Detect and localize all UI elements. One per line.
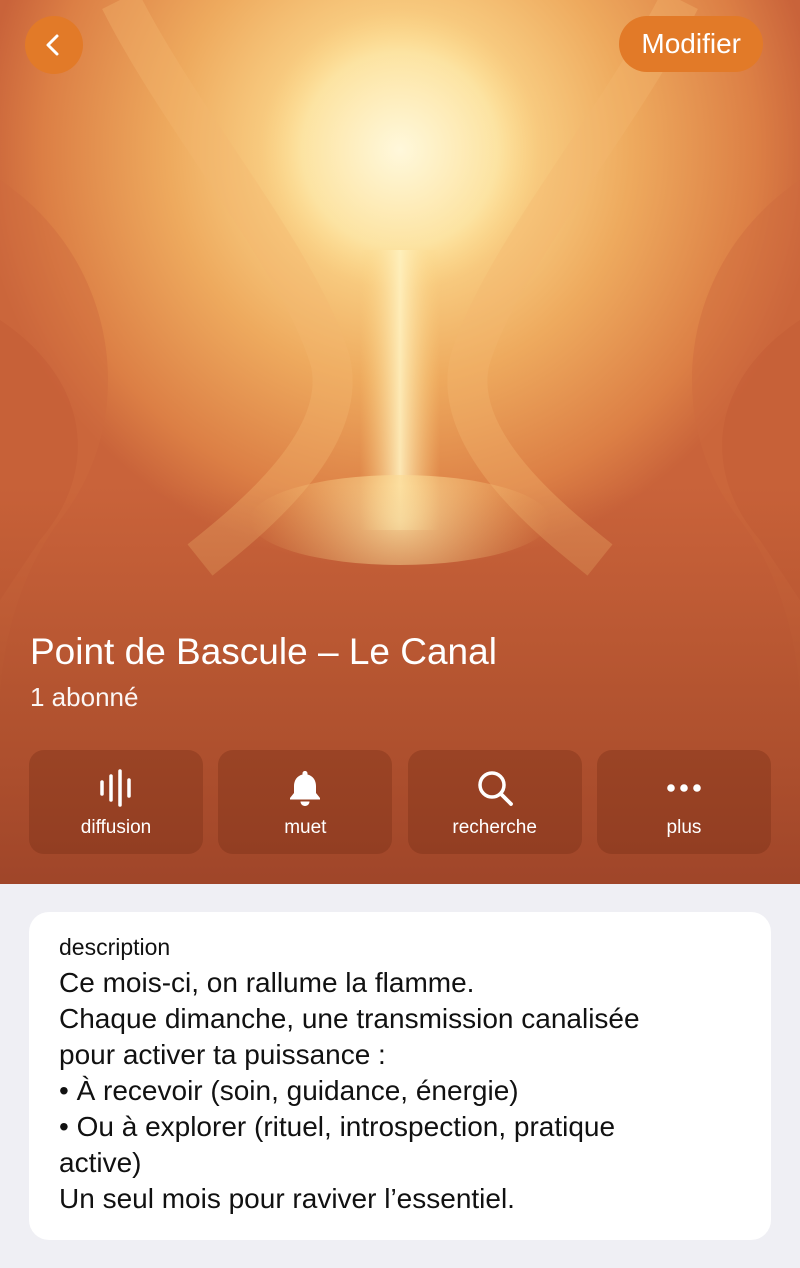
more-button[interactable]: plus [596,750,771,854]
broadcast-label: diffusion [80,817,152,838]
chevron-left-icon [46,34,59,56]
subscriber-count: 1 abonné [30,682,139,712]
back-button[interactable] [25,16,83,74]
description-line: • Ou à explorer (rituel, introspection, … [59,1111,616,1142]
search-button[interactable]: recherche [407,750,582,854]
waveform-icon [96,768,136,808]
channel-cover: Modifier Point de Bascule – Le Canal 1 a… [0,0,800,884]
magnifier-icon [475,768,515,808]
bell-icon [285,768,325,808]
description-line: Un seul mois pour raviver l’essentiel. [59,1183,515,1214]
description-line: Chaque dimanche, une transmission canali… [59,1003,640,1034]
action-bar: diffusion muet recherche plus [29,750,771,854]
broadcast-button[interactable]: diffusion [29,750,203,854]
more-label: plus [666,817,702,838]
ellipsis-icon [664,768,704,808]
description-line: active) [59,1147,142,1178]
channel-info-screen: Modifier Point de Bascule – Le Canal 1 a… [0,0,800,1268]
mute-button[interactable]: muet [218,750,393,854]
description-line: pour activer ta puissance : [59,1039,386,1070]
description-line: Ce mois-ci, on rallume la flamme. [59,967,475,998]
edit-button[interactable]: Modifier [619,16,763,72]
description-card: description Ce mois-ci, on rallume la fl… [29,912,771,1240]
channel-name: Point de Bascule – Le Canal [30,631,497,672]
mute-label: muet [284,817,327,838]
description-caption: description [59,934,171,960]
search-label: recherche [452,817,537,838]
description-line: • À recevoir (soin, guidance, énergie) [59,1075,519,1106]
